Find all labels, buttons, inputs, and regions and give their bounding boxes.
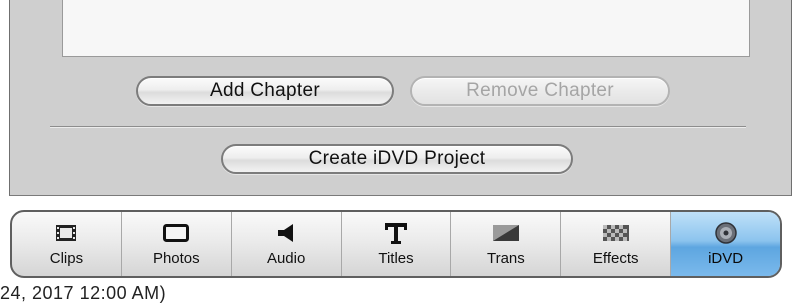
tab-label: Trans (486, 250, 525, 267)
tab-label: Photos (152, 250, 200, 267)
tab-idvd[interactable]: iDVD (671, 212, 780, 276)
chapter-list[interactable] (62, 0, 750, 57)
add-chapter-button[interactable]: Add Chapter (136, 76, 394, 106)
tab-label: Clips (49, 250, 84, 267)
tab-trans[interactable]: Trans (451, 212, 562, 276)
tab-label: Effects (592, 250, 639, 267)
date-text: 24, 2017 12:00 AM) (0, 283, 167, 303)
idvd-pane: Add Chapter Remove Chapter Create iDVD P… (0, 0, 802, 303)
tab-label: Titles (378, 250, 414, 267)
divider (50, 126, 746, 128)
create-idvd-project-button[interactable]: Create iDVD Project (221, 144, 573, 174)
audio-icon (275, 218, 297, 248)
remove-chapter-button: Remove Chapter (410, 76, 670, 106)
tab-label: Audio (266, 250, 306, 267)
clips-icon (55, 218, 77, 248)
titles-icon (383, 218, 409, 248)
tab-effects[interactable]: Effects (561, 212, 672, 276)
tab-photos[interactable]: Photos (122, 212, 232, 276)
tab-clips[interactable]: Clips (12, 212, 122, 276)
tab-titles[interactable]: Titles (342, 212, 452, 276)
pane-toolbar: Clips Photos Audio Titles Trans Effects … (10, 210, 782, 278)
tab-label: iDVD (708, 250, 744, 267)
tab-audio[interactable]: Audio (232, 212, 342, 276)
photos-icon (163, 218, 190, 248)
transitions-icon (492, 218, 520, 248)
effects-icon (602, 218, 630, 248)
idvd-icon (714, 218, 738, 248)
